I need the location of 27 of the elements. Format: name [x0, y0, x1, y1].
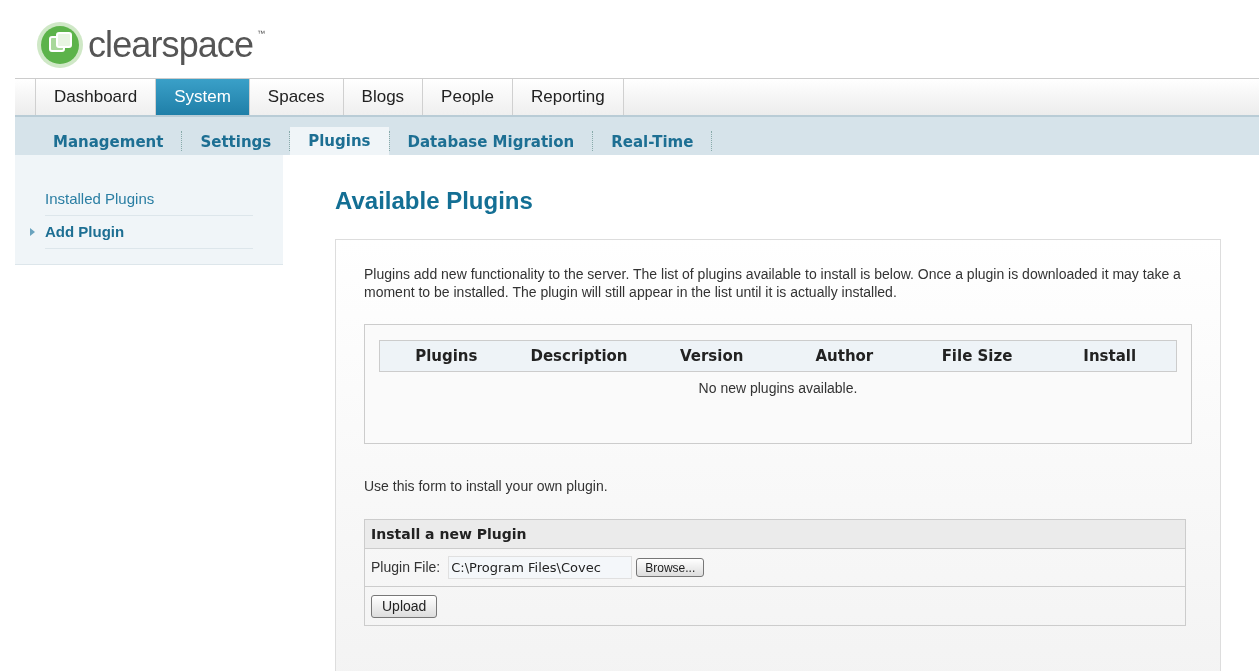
- file-path-field[interactable]: C:\Program Files\Covec: [448, 556, 633, 579]
- form-intro-text: Use this form to install your own plugin.: [364, 477, 609, 496]
- column-header: Plugins: [414, 345, 479, 367]
- empty-message: No new plugins available.: [697, 379, 859, 398]
- form-title: Install a new Plugin: [365, 520, 1185, 549]
- column-header: Author: [814, 345, 875, 367]
- logo-text: clearspace: [88, 27, 254, 63]
- column-header: File Size: [940, 345, 1014, 367]
- upload-button[interactable]: Upload: [371, 594, 438, 618]
- sub-tab[interactable]: Real-Time: [593, 130, 712, 155]
- sub-tab[interactable]: Database Migration: [389, 130, 593, 155]
- field-label: Plugin File:: [371, 558, 441, 577]
- sidebar-item[interactable]: Installed Plugins: [45, 183, 253, 216]
- sidebar-item[interactable]: Add Plugin: [45, 216, 253, 249]
- sub-tab[interactable]: Plugins: [290, 127, 389, 155]
- intro-text: Plugins add new functionality to the server. The list of plugins available to install is below. Once a plugin is downloaded it may take a moment to be installed. The plugin will still appear in the list until it is actually installed.: [364, 265, 1182, 301]
- column-header: Version: [678, 345, 745, 367]
- sub-tab[interactable]: Settings: [182, 130, 290, 155]
- column-header: Description: [529, 345, 629, 367]
- browse-button[interactable]: Browse...: [636, 558, 705, 577]
- triangle-icon: [30, 228, 35, 236]
- main-tab[interactable]: System: [155, 79, 249, 115]
- sub-tab[interactable]: Management: [35, 130, 182, 155]
- logo-icon: [36, 21, 84, 69]
- column-header: Install: [1082, 345, 1138, 367]
- page-title: Available Plugins: [335, 186, 534, 216]
- trademark-mark: ™: [257, 28, 266, 40]
